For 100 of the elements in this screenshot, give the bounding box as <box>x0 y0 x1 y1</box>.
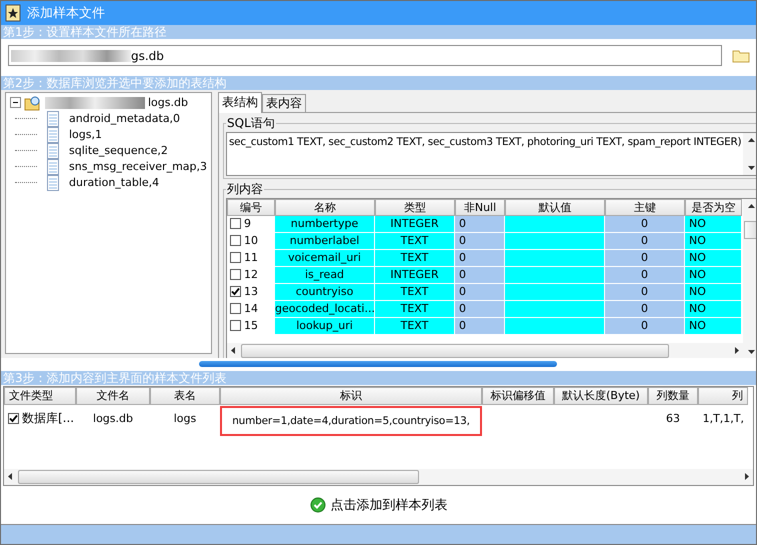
table-cell: countryiso <box>275 284 376 301</box>
up-arrow-icon[interactable] <box>748 138 755 142</box>
table-cell: 0 <box>455 300 506 318</box>
table-cell: 0 <box>455 318 506 335</box>
column-header[interactable]: 默认长度(Byte) <box>554 387 648 406</box>
table-cell: 0 <box>455 232 506 250</box>
down-arrow-icon[interactable] <box>748 350 755 354</box>
table-cell-text: logs.db <box>92 412 134 425</box>
group-title: 列内容 <box>226 180 264 198</box>
tree-item[interactable]: sns_msg_receiver_map,3 <box>69 160 208 174</box>
checkbox[interactable] <box>230 235 242 246</box>
column-header[interactable]: 名称 <box>275 198 376 216</box>
table-cell: NO <box>685 300 742 318</box>
column-header[interactable]: 标识 <box>220 387 482 406</box>
table-cell: is_read <box>275 266 376 284</box>
checkbox[interactable] <box>230 303 242 314</box>
step-header: 第1步：设置样本文件所在路径 <box>1 24 756 39</box>
scroll-thumb[interactable] <box>744 220 756 239</box>
column-header[interactable]: 非Null <box>455 198 506 216</box>
column-header[interactable]: 主键 <box>605 198 686 216</box>
checkbox[interactable] <box>230 269 242 280</box>
right-arrow-icon[interactable] <box>745 473 749 480</box>
sql-text-area[interactable]: sec_custom1 TEXT, sec_custom2 TEXT, sec_custom3 TEXT, photoring_uri TEXT, spam_report INTEGER) <box>226 132 756 176</box>
table-cell: 10 <box>244 232 258 249</box>
table-cell: 0 <box>605 216 686 233</box>
right-arrow-icon[interactable] <box>735 347 740 354</box>
tree-item[interactable]: logs,1 <box>69 128 102 142</box>
column-header[interactable]: 默认值 <box>505 198 606 216</box>
table-cell: geocoded_locati... <box>275 300 376 318</box>
table-cell: 数据库[... <box>22 410 74 427</box>
collapse-icon[interactable] <box>10 97 21 108</box>
database-search-icon <box>24 94 42 111</box>
table-cell: TEXT <box>375 250 456 267</box>
tab[interactable]: 表内容 <box>262 94 306 112</box>
document-icon <box>47 142 59 159</box>
table-cell: 0 <box>455 266 506 284</box>
group-title: SQL语句 <box>226 114 276 132</box>
up-arrow-icon[interactable] <box>748 204 755 208</box>
table-cell: 0 <box>605 250 686 267</box>
column-header[interactable]: 标识偏移值 <box>482 387 554 406</box>
window-title: 添加样本文件 <box>27 4 105 22</box>
tab[interactable]: 表结构 <box>218 92 262 113</box>
table-cell: 0 <box>605 318 686 335</box>
table-cell: 0 <box>455 284 506 301</box>
table-cell: 0 <box>605 300 686 318</box>
table-cell: TEXT <box>375 318 456 335</box>
checkbox[interactable] <box>230 252 242 264</box>
tree-item[interactable]: android_metadata,0 <box>69 112 180 126</box>
column-header[interactable]: 文件名 <box>76 387 150 406</box>
horizontal-scrollbar[interactable] <box>227 342 744 359</box>
table-cell: lookup_uri <box>275 318 376 335</box>
column-header[interactable]: 编号 <box>227 198 276 216</box>
column-header[interactable]: 是否为空 <box>685 198 742 216</box>
table-cell: 0 <box>605 232 686 250</box>
table-cell: numberlabel <box>275 232 376 250</box>
table-cell: 11 <box>244 250 258 266</box>
vertical-scrollbar[interactable] <box>743 198 756 359</box>
table-cell: 0 <box>455 216 506 233</box>
table-cell: INTEGER <box>375 216 456 233</box>
checkbox[interactable] <box>230 320 242 332</box>
document-icon <box>47 158 59 175</box>
column-header[interactable]: 列 <box>698 387 748 406</box>
left-arrow-icon[interactable] <box>231 347 236 354</box>
column-header[interactable]: 文件类型 <box>4 387 76 406</box>
table-cell: NO <box>685 284 742 301</box>
left-arrow-icon[interactable] <box>8 473 12 480</box>
table-cell: TEXT <box>375 284 456 301</box>
document-icon <box>47 110 59 127</box>
table-cell-text: 63 <box>665 412 681 425</box>
tree-item[interactable]: logs.db <box>148 96 188 110</box>
column-header[interactable]: 表名 <box>150 387 220 406</box>
document-icon <box>47 126 59 143</box>
table-cell: NO <box>685 250 742 267</box>
tree-item[interactable]: sqlite_sequence,2 <box>69 144 168 158</box>
splitter-handle[interactable] <box>199 361 557 368</box>
down-arrow-icon[interactable] <box>748 166 755 170</box>
table-cell: 14 <box>244 300 258 317</box>
table-cell: NO <box>685 266 742 284</box>
table-cell: INTEGER <box>375 266 456 284</box>
table-cell: number=1,date=4,duration=5,countryiso=13, <box>220 406 482 436</box>
table-cell: 12 <box>244 266 258 283</box>
checkbox[interactable] <box>230 218 242 230</box>
horizontal-scrollbar[interactable] <box>4 468 753 485</box>
vertical-scrollbar[interactable] <box>743 132 756 175</box>
checkbox[interactable] <box>8 412 19 424</box>
table-cell: numbertype <box>275 216 376 233</box>
tree-item[interactable]: duration_table,4 <box>69 176 160 190</box>
add-button[interactable]: 点击添加到样本列表 <box>306 494 452 516</box>
step-header: 第3步：添加内容到主界面的样本文件列表 <box>1 371 756 386</box>
table-cell: 0 <box>605 266 686 284</box>
table-cell: 15 <box>244 318 258 334</box>
table-cell: NO <box>685 318 742 335</box>
document-icon <box>47 174 59 191</box>
checkbox[interactable] <box>230 286 242 298</box>
path-field[interactable]: gs.db <box>8 45 722 66</box>
table-cell: TEXT <box>375 300 456 318</box>
table-cell: TEXT <box>375 232 456 250</box>
column-header[interactable]: 列数量 <box>648 387 698 406</box>
column-header[interactable]: 类型 <box>375 198 456 216</box>
checkmark-icon <box>310 496 326 513</box>
